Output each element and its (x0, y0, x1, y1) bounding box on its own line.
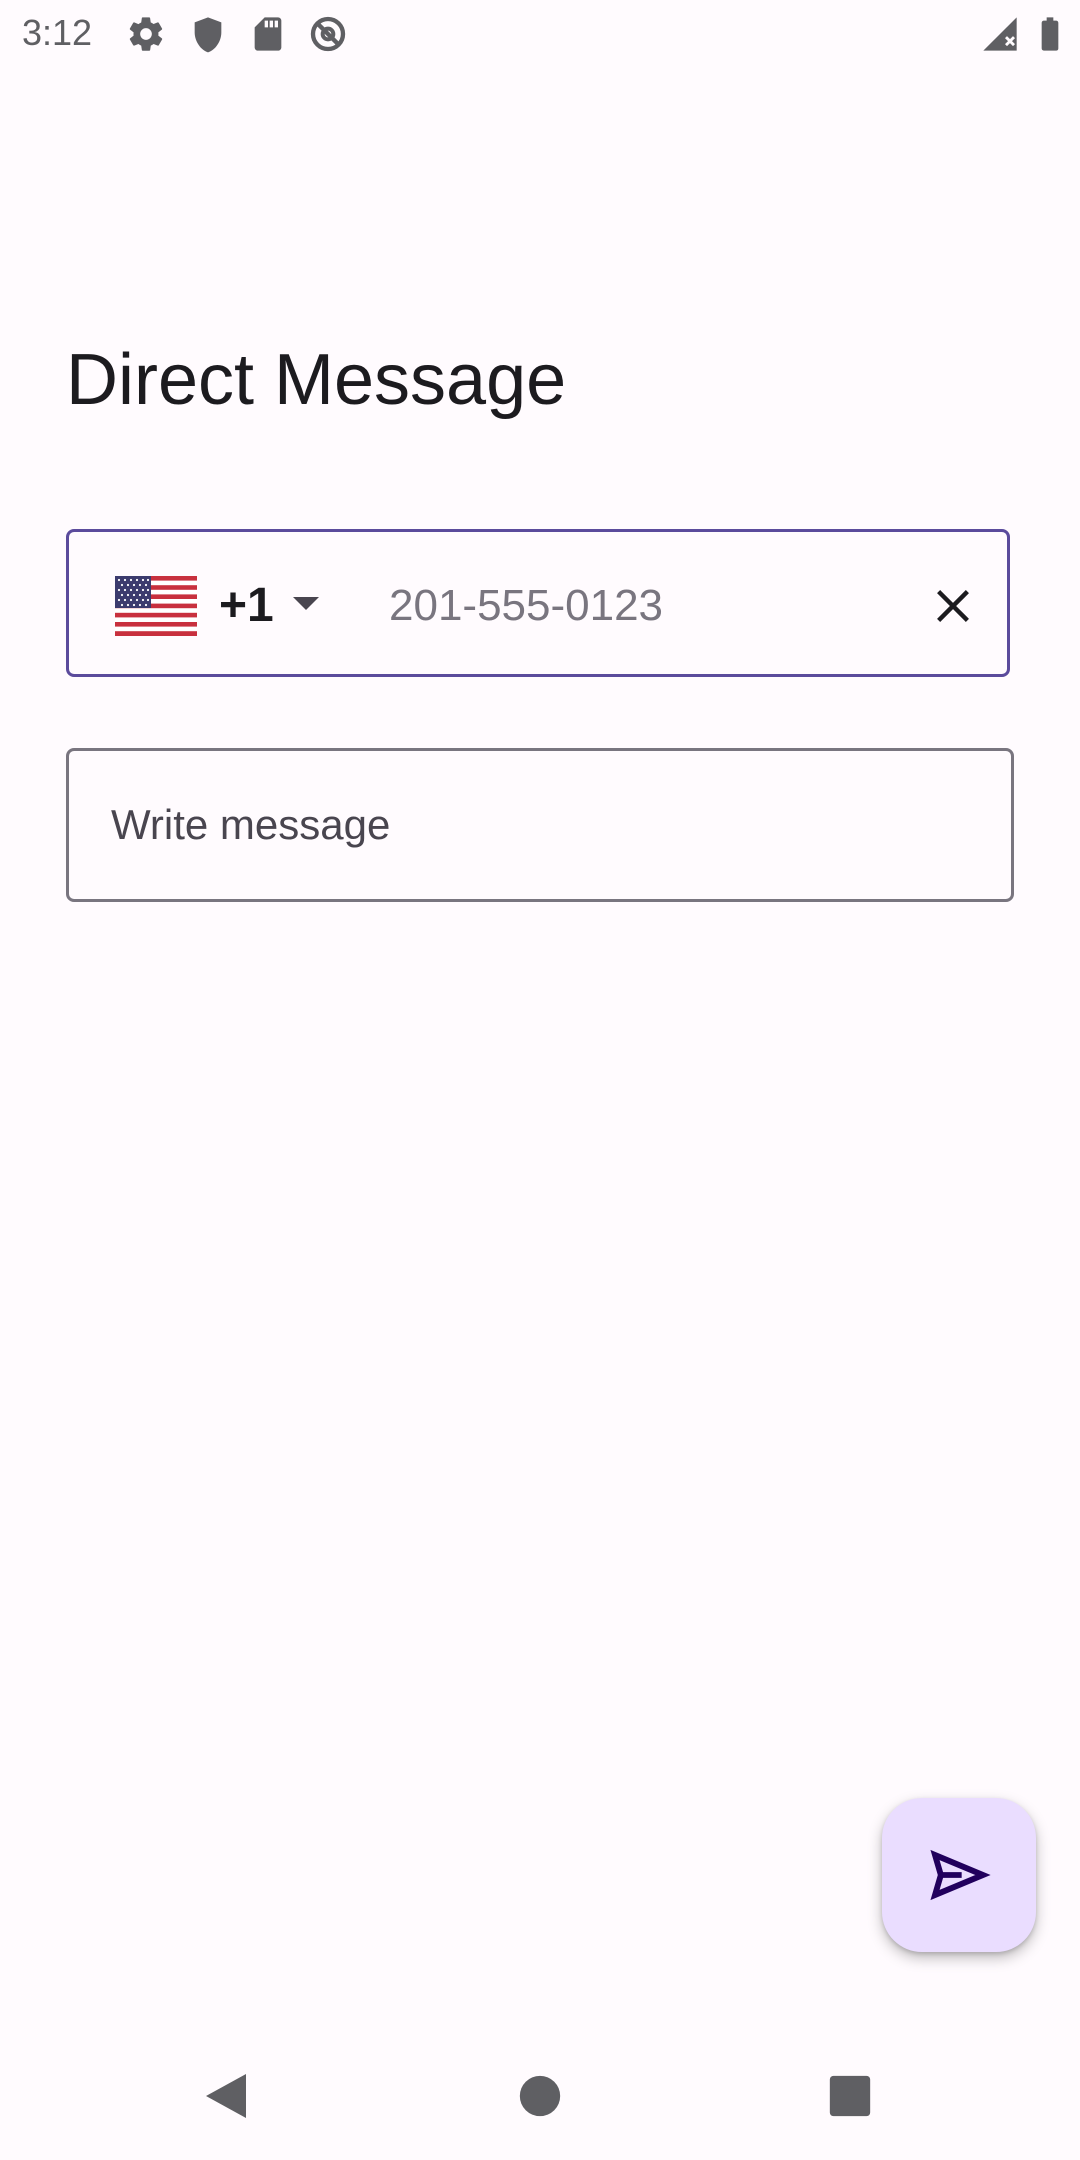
home-icon (519, 2075, 561, 2117)
recents-button[interactable] (820, 2066, 880, 2126)
navigation-bar (0, 2032, 1080, 2160)
status-time: 3:12 (22, 12, 93, 53)
sd-card-icon (248, 14, 288, 54)
home-button[interactable] (510, 2066, 570, 2126)
phone-number-input[interactable] (389, 574, 909, 638)
page-title: Direct Message (66, 340, 567, 420)
message-input[interactable] (111, 795, 971, 855)
phone-number-field[interactable]: +1 (66, 529, 1010, 677)
status-bar: 3:12 (0, 0, 1080, 66)
battery-icon (1030, 14, 1070, 54)
shield-icon (188, 14, 228, 54)
signal-icon (980, 14, 1020, 54)
recents-icon (829, 2075, 871, 2117)
country-code[interactable]: +1 (219, 578, 274, 634)
back-button[interactable] (196, 2066, 256, 2126)
close-icon (937, 590, 969, 622)
back-icon (206, 2074, 246, 2118)
phone-number-section: +1 (22, 486, 1058, 726)
no-sync-icon (308, 14, 348, 54)
send-icon (930, 1849, 991, 1901)
us-flag-icon[interactable] (115, 576, 197, 636)
clear-button[interactable] (915, 568, 991, 644)
send-button[interactable] (882, 1798, 1036, 1952)
chevron-down-icon[interactable] (291, 594, 321, 614)
message-field[interactable] (66, 748, 1014, 902)
gear-icon (126, 14, 166, 54)
